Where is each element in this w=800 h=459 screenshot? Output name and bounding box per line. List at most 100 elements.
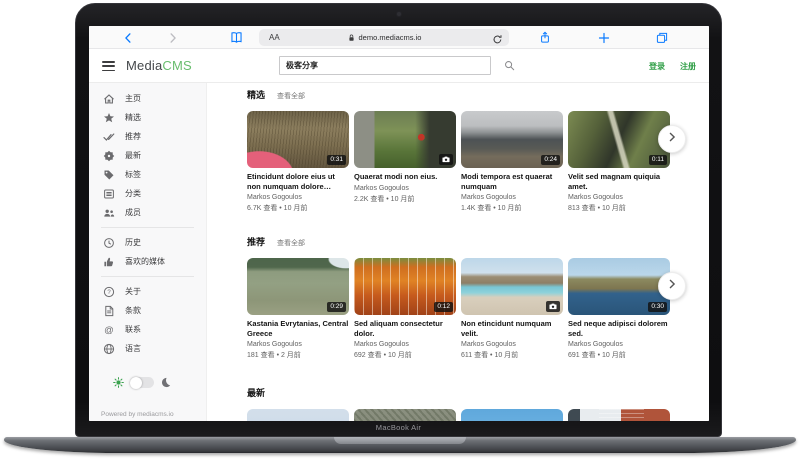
powered-by-link[interactable]: Powered by mediacms.io <box>101 411 174 418</box>
media-author[interactable]: Markos Gogoulos <box>247 341 349 348</box>
logo-media-text: Media <box>126 58 162 73</box>
sidebar-item-categories[interactable]: 分类 <box>89 184 206 203</box>
view-all-link[interactable]: 查看全部 <box>277 238 305 248</box>
sidebar-item-label: 喜欢的媒体 <box>125 256 165 267</box>
sidebar-item-liked-media[interactable]: 喜欢的媒体 <box>89 252 206 271</box>
sidebar-item-latest[interactable]: 最新 <box>89 146 206 165</box>
media-thumbnail[interactable] <box>354 409 456 421</box>
media-card[interactable]: 0:24 Modi tempora est quaerat numquam Mark… <box>461 111 563 213</box>
media-thumbnail[interactable]: 0:12 <box>354 258 456 315</box>
image-type-badge <box>439 154 453 165</box>
sidebar-item-contact[interactable]: @ 联系 <box>89 320 206 339</box>
tabs-icon[interactable] <box>655 31 668 44</box>
carousel-next-button[interactable] <box>658 272 686 300</box>
sidebar-item-home[interactable]: 主页 <box>89 89 206 108</box>
media-title[interactable]: Sed neque adipisci dolorem sed. <box>568 319 670 338</box>
search-icon[interactable] <box>502 58 517 73</box>
tag-icon <box>103 169 115 181</box>
sidebar-item-featured[interactable]: 精选 <box>89 108 206 127</box>
dark-mode-toggle[interactable] <box>130 377 154 388</box>
view-all-link[interactable]: 查看全部 <box>277 91 305 101</box>
auth-links: 登录 注册 <box>649 61 696 72</box>
media-thumbnail[interactable] <box>461 258 563 315</box>
sidebar-item-label: 关于 <box>125 286 141 297</box>
media-card[interactable]: 0:11 Velit sed magnam quiquia amet. Markos… <box>568 111 670 213</box>
image-type-badge <box>546 301 560 312</box>
sidebar-item-terms[interactable]: 条款 <box>89 301 206 320</box>
media-thumbnail[interactable] <box>568 409 670 421</box>
media-card[interactable]: 0:29 Kastania Evrytanias, Central Greece M… <box>247 258 349 360</box>
media-card[interactable]: Quaerat modi non eius.Markos Gogoulos2.2… <box>354 111 456 213</box>
document-icon <box>103 305 115 317</box>
media-title[interactable]: Etincidunt dolore eius ut non numquam do… <box>247 172 349 191</box>
search-input[interactable] <box>279 56 491 75</box>
main-content: 精选查看全部0:31Etincidunt dolore eius ut non … <box>207 83 709 421</box>
media-thumbnail[interactable]: 0:29 <box>247 258 349 315</box>
section-title: 精选 <box>247 88 265 101</box>
sidebar-item-tags[interactable]: 标签 <box>89 165 206 184</box>
media-card[interactable]: 0:12 Sed aliquam consectetur dolor. Markos… <box>354 258 456 360</box>
media-section-0: 精选 查看全部 0:31 Etincidunt dolore eius ut non … <box>247 88 670 213</box>
forward-icon[interactable] <box>166 31 179 44</box>
sidebar-item-members[interactable]: 成员 <box>89 203 206 222</box>
register-link[interactable]: 注册 <box>680 61 696 72</box>
sidebar-item-label: 成员 <box>125 207 141 218</box>
help-icon: ? <box>103 286 115 298</box>
bookmarks-icon[interactable] <box>230 31 243 44</box>
sidebar-item-label: 最新 <box>125 150 141 161</box>
svg-text:@: @ <box>104 325 114 336</box>
media-author[interactable]: Markos Gogoulos <box>354 341 456 348</box>
media-author[interactable]: Markos Gogoulos <box>461 194 563 201</box>
media-thumbnail[interactable] <box>247 409 349 421</box>
media-author[interactable]: Markos Gogoulos <box>568 194 670 201</box>
back-icon[interactable] <box>122 31 135 44</box>
sidebar-item-recommended[interactable]: 推荐 <box>89 127 206 146</box>
media-author[interactable]: Markos Gogoulos <box>568 341 670 348</box>
media-thumbnail[interactable] <box>461 409 563 421</box>
sidebar-item-label: 条款 <box>125 305 141 316</box>
media-card[interactable] <box>354 409 456 421</box>
media-author[interactable]: Markos Gogoulos <box>461 341 563 348</box>
media-thumbnail[interactable] <box>354 111 456 168</box>
home-icon <box>103 93 115 105</box>
media-card[interactable] <box>461 409 563 421</box>
media-meta: 691 查看 • 10 月前 <box>568 350 670 360</box>
moon-icon <box>160 377 171 388</box>
site-header: MediaCMS 登录 注册 <box>89 49 709 83</box>
media-title[interactable]: Velit sed magnam quiquia amet. <box>568 172 670 191</box>
sidebar-item-label: 历史 <box>125 237 141 248</box>
media-title[interactable]: Non etincidunt numquam velit. <box>461 319 563 338</box>
media-card[interactable] <box>247 409 349 421</box>
media-card[interactable] <box>568 409 670 421</box>
new-tab-icon[interactable] <box>597 31 610 44</box>
media-title[interactable]: Sed aliquam consectetur dolor. <box>354 319 456 338</box>
sidebar-item-label: 联系 <box>125 324 141 335</box>
site-logo[interactable]: MediaCMS <box>126 58 192 73</box>
sidebar-item-label: 标签 <box>125 169 141 180</box>
media-thumbnail[interactable]: 0:11 <box>568 111 670 168</box>
media-title[interactable]: Kastania Evrytanias, Central Greece <box>247 319 349 338</box>
share-icon[interactable] <box>538 31 551 44</box>
reader-aa-button[interactable]: AA <box>269 33 280 42</box>
media-card[interactable]: 0:31 Etincidunt dolore eius ut non numqua… <box>247 111 349 213</box>
media-author[interactable]: Markos Gogoulos <box>354 185 456 192</box>
sidebar-item-language[interactable]: 语言 <box>89 339 206 358</box>
sidebar-item-about[interactable]: ? 关于 <box>89 282 206 301</box>
carousel-next-button[interactable] <box>658 125 686 153</box>
sidebar-item-history[interactable]: 历史 <box>89 233 206 252</box>
media-meta: 692 查看 • 10 月前 <box>354 350 456 360</box>
media-thumbnail[interactable]: 0:30 <box>568 258 670 315</box>
media-author[interactable]: Markos Gogoulos <box>247 194 349 201</box>
address-bar[interactable]: AA demo.mediacms.io <box>259 29 509 46</box>
login-link[interactable]: 登录 <box>649 61 665 72</box>
macbook-mockup: AA demo.mediacms.io <box>0 0 800 459</box>
media-card[interactable]: Non etincidunt numquam velit. Markos Gogo… <box>461 258 563 360</box>
media-title[interactable]: Quaerat modi non eius. <box>354 172 456 182</box>
media-card[interactable]: 0:30 Sed neque adipisci dolorem sed. Marko… <box>568 258 670 360</box>
media-thumbnail[interactable]: 0:24 <box>461 111 563 168</box>
media-title[interactable]: Modi tempora est quaerat numquam <box>461 172 563 191</box>
media-thumbnail[interactable]: 0:31 <box>247 111 349 168</box>
reload-icon[interactable] <box>492 32 503 50</box>
menu-icon[interactable] <box>102 61 115 71</box>
card-row: 0:29 Kastania Evrytanias, Central Greece M… <box>247 258 670 360</box>
